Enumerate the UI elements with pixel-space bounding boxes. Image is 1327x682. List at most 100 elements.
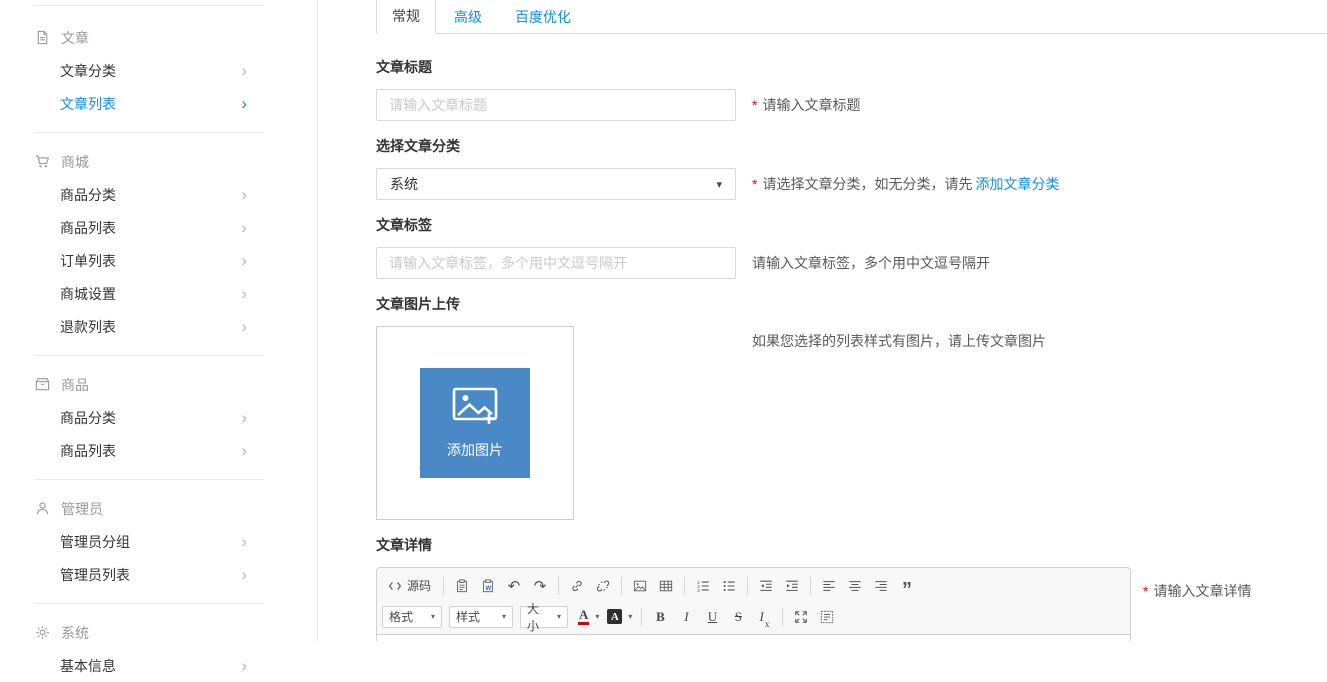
tabbar: 常规 高级 百度优化 <box>376 0 1327 34</box>
field-article-category: 选择文章分类 系统 ▾ *请选择文章分类，如无分类，请先添加文章分类 <box>376 136 1327 200</box>
toolbar-separator <box>558 577 559 595</box>
sidebar-group-goods[interactable]: 商品 <box>0 368 317 401</box>
sidebar-group-article[interactable]: 文章 <box>0 21 317 54</box>
sidebar-item-basic-info[interactable]: 基本信息 › <box>0 649 317 682</box>
sidebar-group-mall[interactable]: 商城 <box>0 145 317 178</box>
source-button[interactable]: 源码 <box>382 574 437 598</box>
size-dropdown[interactable]: 大小 ▾ <box>520 606 568 628</box>
sidebar-item-admin-list[interactable]: 管理员列表 › <box>0 558 317 591</box>
strikethrough-button[interactable]: S <box>726 605 750 629</box>
caret-down-icon: ▾ <box>502 612 506 621</box>
align-right-icon[interactable] <box>869 574 893 598</box>
tab-general[interactable]: 常规 <box>376 0 436 34</box>
chevron-right-icon: › <box>241 219 247 236</box>
required-asterisk: * <box>752 176 757 192</box>
field-hint: 如果您选择的列表样式有图片，请上传文章图片 <box>752 326 1046 351</box>
toolbar-separator <box>684 577 685 595</box>
sidebar-divider <box>35 5 264 6</box>
sidebar-item-refund-list[interactable]: 退款列表 › <box>0 310 317 343</box>
field-hint: *请输入文章详情 <box>1143 581 1251 601</box>
chevron-right-icon: › <box>241 252 247 269</box>
sidebar-divider <box>35 479 264 480</box>
sidebar-item-goods-category[interactable]: 商品分类 › <box>0 178 317 211</box>
background-color-button[interactable]: A ▾ <box>604 605 635 629</box>
field-article-detail: 文章详情 源码 W ↶ <box>376 535 1327 641</box>
basket-icon <box>35 377 50 392</box>
style-label: 样式 <box>456 608 480 625</box>
toolbar-separator <box>810 577 811 595</box>
underline-button[interactable]: U <box>700 605 724 629</box>
article-form: 文章标题 *请输入文章标题 选择文章分类 系统 ▾ <box>376 34 1327 641</box>
paste-from-word-icon[interactable]: W <box>476 574 500 598</box>
bold-button[interactable]: B <box>648 605 672 629</box>
article-title-input[interactable] <box>376 89 736 121</box>
sidebar-item-goods2-list[interactable]: 商品列表 › <box>0 434 317 467</box>
italic-button[interactable]: I <box>674 605 698 629</box>
toolbar-separator <box>443 577 444 595</box>
sidebar-item-admin-groups[interactable]: 管理员分组 › <box>0 525 317 558</box>
sidebar-group-label: 商城 <box>61 152 89 172</box>
field-label: 文章详情 <box>376 535 1327 555</box>
chevron-right-icon: › <box>241 318 247 335</box>
italic-icon: I <box>684 610 688 623</box>
sidebar-item-label: 订单列表 <box>60 251 116 271</box>
remove-format-sub: x <box>765 620 770 629</box>
size-label: 大小 <box>527 600 551 634</box>
indent-icon[interactable] <box>780 574 804 598</box>
sidebar-item-goods2-category[interactable]: 商品分类 › <box>0 401 317 434</box>
align-center-icon[interactable] <box>843 574 867 598</box>
insert-image-icon[interactable] <box>628 574 652 598</box>
hint-text: 请选择文章分类，如无分类，请先 <box>762 176 972 192</box>
image-upload-area: 添加图片 <box>376 326 574 520</box>
text-color-button[interactable]: A ▾ <box>575 605 602 629</box>
sidebar-item-mall-settings[interactable]: 商城设置 › <box>0 277 317 310</box>
main-content: 常规 高级 百度优化 文章标题 *请输入文章标题 选择文章分类 系统 <box>319 0 1327 641</box>
article-tags-input[interactable] <box>376 247 736 279</box>
paste-icon[interactable] <box>450 574 474 598</box>
sidebar-item-article-category[interactable]: 文章分类 › <box>0 54 317 87</box>
background-color-icon: A <box>607 609 622 624</box>
sidebar-item-order-list[interactable]: 订单列表 › <box>0 244 317 277</box>
outdent-icon[interactable] <box>754 574 778 598</box>
cart-icon <box>35 154 50 169</box>
caret-down-icon: ▾ <box>595 612 599 621</box>
tab-baidu-seo[interactable]: 百度优化 <box>500 0 586 34</box>
redo-icon[interactable]: ↷ <box>528 574 552 598</box>
select-value: 系统 <box>390 174 418 194</box>
required-asterisk: * <box>752 97 757 113</box>
sidebar-item-article-list[interactable]: 文章列表 › <box>0 87 317 120</box>
category-select[interactable]: 系统 ▾ <box>376 168 736 200</box>
bulleted-list-icon[interactable] <box>717 574 741 598</box>
hint-text: 请输入文章详情 <box>1153 583 1251 599</box>
sidebar-divider <box>35 603 264 604</box>
maximize-icon[interactable] <box>789 605 813 629</box>
ordered-list-icon[interactable]: 123 <box>691 574 715 598</box>
align-left-icon[interactable] <box>817 574 841 598</box>
sidebar-item-label: 商城设置 <box>60 284 116 304</box>
sidebar-item-label: 商品分类 <box>60 408 116 428</box>
show-blocks-icon[interactable] <box>815 605 839 629</box>
undo-icon[interactable]: ↶ <box>502 574 526 598</box>
sidebar-group-admin[interactable]: 管理员 <box>0 492 317 525</box>
toolbar-separator <box>747 577 748 595</box>
sidebar-item-label: 管理员分组 <box>60 532 130 552</box>
add-image-button[interactable]: 添加图片 <box>420 368 530 478</box>
unlink-icon[interactable] <box>591 574 615 598</box>
link-icon[interactable] <box>565 574 589 598</box>
editor-content-area[interactable] <box>376 635 1131 641</box>
chevron-right-icon: › <box>241 442 247 459</box>
remove-format-button[interactable]: Ix <box>752 605 776 629</box>
sidebar-item-label: 退款列表 <box>60 317 116 337</box>
svg-text:3: 3 <box>697 587 700 592</box>
field-label: 文章标题 <box>376 57 1327 77</box>
tab-advanced[interactable]: 高级 <box>439 0 497 34</box>
blockquote-icon[interactable]: ” <box>895 574 919 598</box>
sidebar-group-system[interactable]: 系统 <box>0 616 317 649</box>
sidebar-item-label: 管理员列表 <box>60 565 130 585</box>
sidebar-group-label: 系统 <box>61 623 89 643</box>
add-category-link[interactable]: 添加文章分类 <box>975 176 1059 192</box>
insert-table-icon[interactable] <box>654 574 678 598</box>
style-dropdown[interactable]: 样式 ▾ <box>449 606 513 628</box>
format-dropdown[interactable]: 格式 ▾ <box>382 606 442 628</box>
sidebar-item-goods-list[interactable]: 商品列表 › <box>0 211 317 244</box>
